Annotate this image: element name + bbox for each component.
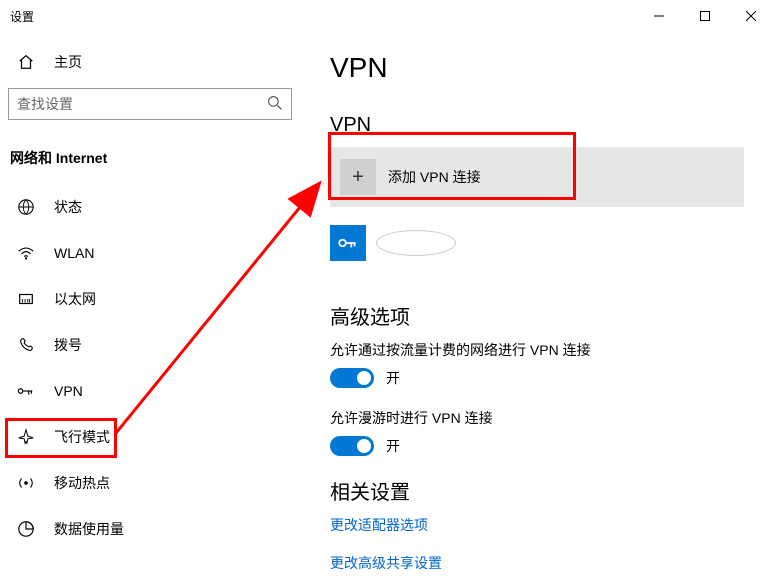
add-vpn-button[interactable]: + 添加 VPN 连接 <box>330 147 744 207</box>
close-button[interactable] <box>728 0 774 32</box>
page-title: VPN <box>330 52 744 84</box>
wifi-icon <box>16 244 36 262</box>
option-metered-label: 允许通过按流量计费的网络进行 VPN 连接 <box>330 340 744 360</box>
sidebar: 主页 网络和 Internet 状态 WLAN 以太网 <box>0 32 300 588</box>
toggle-roaming-state: 开 <box>386 436 400 456</box>
sidebar-item-label: 状态 <box>54 197 82 217</box>
sidebar-item-label: 以太网 <box>54 289 96 309</box>
ethernet-icon <box>16 290 36 308</box>
maximize-button[interactable] <box>682 0 728 32</box>
option-roaming-label: 允许漫游时进行 VPN 连接 <box>330 408 744 428</box>
toggle-metered-state: 开 <box>386 368 400 388</box>
section-related-title: 相关设置 <box>330 476 744 505</box>
sidebar-item-vpn[interactable]: VPN <box>6 368 294 414</box>
vpn-connection-name <box>376 230 456 256</box>
section-vpn-title: VPN <box>330 114 744 137</box>
sidebar-item-ethernet[interactable]: 以太网 <box>6 276 294 322</box>
sidebar-item-datausage[interactable]: 数据使用量 <box>6 506 294 552</box>
maximize-icon <box>700 11 710 21</box>
plus-icon: + <box>340 159 376 195</box>
sidebar-item-hotspot[interactable]: 移动热点 <box>6 460 294 506</box>
close-icon <box>746 11 756 21</box>
sidebar-item-label: 拨号 <box>54 335 82 355</box>
link-adapter-options[interactable]: 更改适配器选项 <box>330 515 744 535</box>
sidebar-home[interactable]: 主页 <box>6 42 294 82</box>
add-vpn-label: 添加 VPN 连接 <box>388 167 481 187</box>
sidebar-category: 网络和 Internet <box>10 148 294 168</box>
sidebar-item-label: 飞行模式 <box>54 427 110 447</box>
sidebar-item-airplane[interactable]: 飞行模式 <box>6 414 294 460</box>
data-usage-icon <box>16 520 36 538</box>
status-icon <box>16 198 36 216</box>
minimize-button[interactable] <box>636 0 682 32</box>
sidebar-item-label: 数据使用量 <box>54 519 124 539</box>
dialup-icon <box>16 336 36 354</box>
window-title: 设置 <box>0 8 34 25</box>
toggle-metered[interactable] <box>330 368 374 388</box>
vpn-icon <box>16 382 36 400</box>
section-advanced-title: 高级选项 <box>330 301 744 330</box>
sidebar-item-label: WLAN <box>54 245 94 261</box>
search-box[interactable] <box>8 88 292 120</box>
link-sharing-options[interactable]: 更改高级共享设置 <box>330 553 744 573</box>
search-input[interactable] <box>17 96 267 112</box>
sidebar-item-wlan[interactable]: WLAN <box>6 230 294 276</box>
vpn-connection-icon <box>330 225 366 261</box>
minimize-icon <box>654 11 664 21</box>
vpn-connection-item[interactable] <box>330 225 744 261</box>
airplane-icon <box>16 428 36 446</box>
titlebar: 设置 <box>0 0 774 32</box>
sidebar-home-label: 主页 <box>54 52 82 72</box>
hotspot-icon <box>16 474 36 492</box>
search-icon <box>267 95 283 114</box>
home-icon <box>16 53 36 71</box>
toggle-roaming[interactable] <box>330 436 374 456</box>
sidebar-item-dialup[interactable]: 拨号 <box>6 322 294 368</box>
sidebar-item-label: 移动热点 <box>54 473 110 493</box>
window-controls <box>636 0 774 32</box>
sidebar-item-status[interactable]: 状态 <box>6 184 294 230</box>
sidebar-item-label: VPN <box>54 383 83 399</box>
main-panel: VPN VPN + 添加 VPN 连接 高级选项 允许通过按流量计费的网络进行 … <box>300 32 774 588</box>
